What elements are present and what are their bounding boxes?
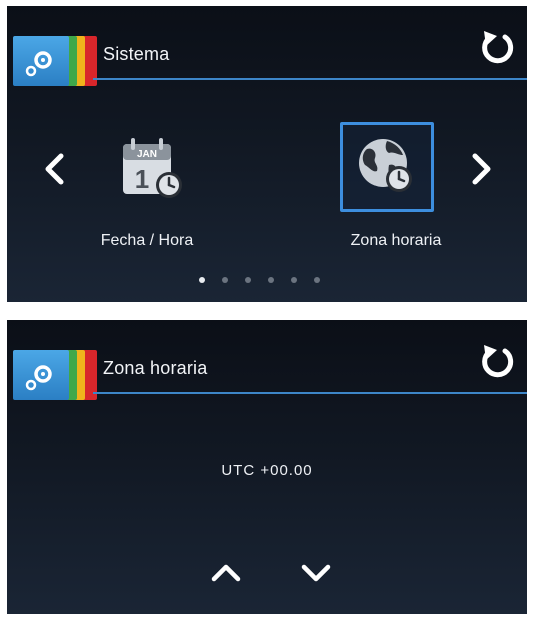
app-badge [13, 36, 99, 86]
page-dot[interactable] [268, 277, 274, 283]
page-dot[interactable] [314, 277, 320, 283]
badge-blue-panel [13, 350, 69, 400]
increase-offset-button[interactable] [208, 558, 244, 586]
calendar-clock-icon: JAN 1 [123, 138, 182, 198]
fecha-hora-icon-box: JAN 1 [115, 136, 191, 204]
decrease-offset-button[interactable] [298, 558, 334, 586]
zona-horaria-header: Zona horaria [7, 320, 527, 402]
calendar-day: 1 [135, 164, 149, 194]
page-title: Zona horaria [103, 358, 208, 378]
chevron-down-icon [301, 564, 331, 582]
utc-offset-value: UTC +00.00 [221, 462, 313, 479]
page-dot[interactable] [222, 277, 228, 283]
calendar-month: JAN [137, 149, 157, 160]
refresh-button[interactable] [475, 26, 519, 70]
zona-horaria-icon-box [340, 122, 434, 212]
page-indicator [199, 277, 320, 287]
zona-horaria-screen: Zona horaria UTC +00.00 [7, 320, 527, 614]
globe-clock-icon [359, 139, 412, 192]
next-button[interactable] [465, 148, 499, 190]
refresh-icon [482, 345, 514, 378]
fecha-hora-tile[interactable]: JAN 1 [89, 130, 217, 204]
sistema-screen: Sistema JAN 1 Fecha / Hora Zona horaria [7, 6, 527, 302]
gears-icon [25, 365, 52, 391]
refresh-button[interactable] [475, 340, 519, 384]
chevron-right-icon [472, 153, 491, 185]
header-divider [93, 78, 527, 80]
zona-horaria-tile[interactable] [327, 122, 447, 212]
app-badge [13, 350, 99, 400]
chevron-up-icon [211, 564, 241, 582]
page-dot[interactable] [245, 277, 251, 283]
page-dot[interactable] [199, 277, 205, 283]
previous-button[interactable] [37, 148, 71, 190]
gears-icon [25, 51, 52, 77]
zona-horaria-label: Zona horaria [350, 232, 442, 249]
refresh-icon [482, 31, 514, 64]
badge-blue-panel [13, 36, 69, 86]
fecha-hora-label: Fecha / Hora [100, 232, 194, 249]
sistema-header: Sistema [7, 6, 527, 88]
header-divider [93, 392, 527, 394]
page-dot[interactable] [291, 277, 297, 283]
page-title: Sistema [103, 44, 170, 64]
chevron-left-icon [45, 153, 64, 185]
